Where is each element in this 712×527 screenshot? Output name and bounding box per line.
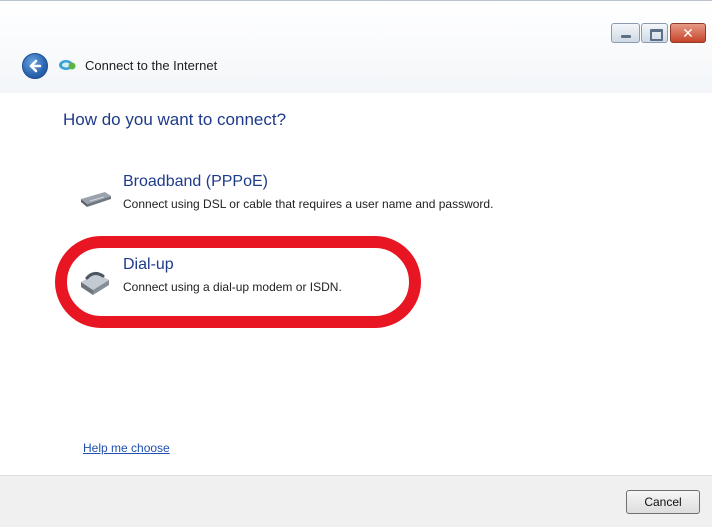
option-dialup-title: Dial-up: [123, 256, 174, 273]
option-dialup-description: Connect using a dial-up modem or ISDN.: [123, 280, 342, 294]
dialup-modem-icon: [78, 268, 112, 303]
title-bar: ✕ Connect to the Internet: [0, 1, 712, 93]
maximize-button[interactable]: [641, 23, 668, 43]
wizard-window: ✕ Connect to the Internet How do you wan…: [0, 0, 712, 527]
back-button[interactable]: [22, 53, 48, 79]
network-globe-icon: [58, 58, 76, 72]
footer-bar: [0, 475, 712, 527]
option-broadband-description: Connect using DSL or cable that requires…: [123, 197, 494, 211]
broadband-modem-icon: [78, 185, 114, 216]
option-broadband[interactable]: Broadband (PPPoE) Connect using DSL or c…: [74, 171, 614, 229]
minimize-button[interactable]: [611, 23, 640, 43]
close-icon: ✕: [682, 25, 694, 41]
maximize-icon: [642, 24, 667, 42]
back-arrow-icon: [29, 59, 42, 73]
option-broadband-title: Broadband (PPPoE): [123, 173, 268, 190]
window-title: Connect to the Internet: [85, 58, 218, 73]
cancel-button[interactable]: Cancel: [626, 490, 700, 514]
page-heading: How do you want to connect?: [63, 110, 287, 129]
close-button[interactable]: ✕: [670, 23, 706, 43]
minimize-icon: [612, 24, 639, 42]
option-dialup[interactable]: Dial-up Connect using a dial-up modem or…: [74, 254, 614, 312]
help-me-choose-link[interactable]: Help me choose: [83, 441, 170, 455]
